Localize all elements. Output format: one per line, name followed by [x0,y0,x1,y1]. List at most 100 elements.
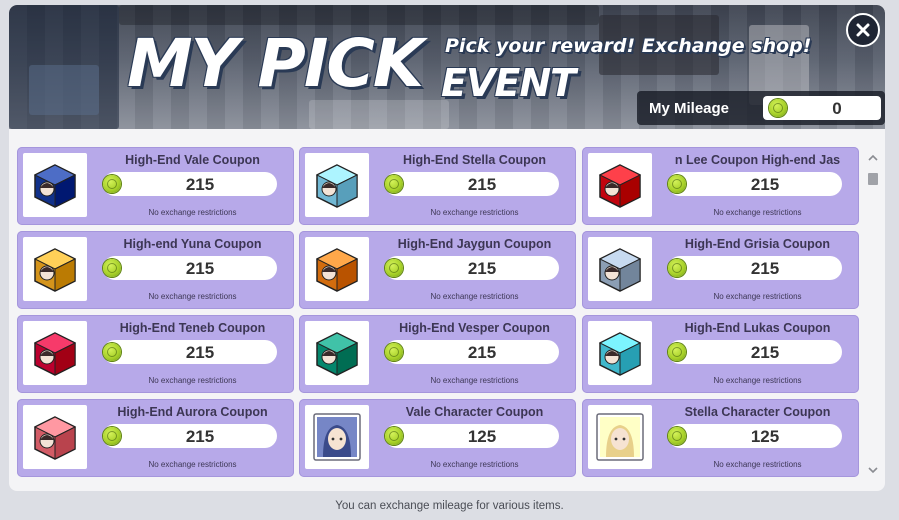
coupon-icon-frame [588,237,652,301]
coupon-price-box: 215 [385,340,559,364]
coupon-icon-frame [588,321,652,385]
coupon-price: 215 [750,343,780,362]
mileage-coin-icon [103,259,121,277]
coupon-name: Stella Character Coupon [684,405,831,419]
coupon-icon-frame [23,153,87,217]
mileage-coin-icon [103,427,121,445]
coupon-card[interactable]: High-End Aurora Coupon 215 No exchange r… [17,399,294,477]
coupon-price-box: 215 [385,256,559,280]
coupon-name: High-End Teneb Coupon [119,321,266,335]
coupon-name: High-end Yuna Coupon [123,237,262,251]
coupon-price: 215 [467,343,497,362]
scroll-down-button[interactable] [866,464,880,476]
coupon-price: 215 [185,343,215,362]
coupon-card[interactable]: High-End Jaygun Coupon 215 No exchange r… [299,231,576,309]
coupon-card[interactable]: High-End Stella Coupon 215 No exchange r… [299,147,576,225]
coupon-price: 215 [185,427,215,446]
mileage-coin-icon [103,175,121,193]
coupon-cube-icon [598,164,642,208]
mileage-coin-icon [668,175,686,193]
banner-title: MY PICK [127,25,424,102]
scroll-up-button[interactable] [866,151,880,163]
coupon-cube-icon [33,416,77,460]
coupon-price: 215 [750,175,780,194]
banner-subtitle: Pick your reward! Exchange shop! [445,35,812,57]
coupon-cube-icon [33,164,77,208]
coupon-price-box: 215 [103,172,277,196]
coupon-price-box: 215 [668,340,842,364]
coupon-name: n Lee Coupon High-end Jas [674,153,841,167]
banner-event-label: EVENT [441,61,576,105]
coupon-card[interactable]: High-End Vesper Coupon 215 No exchange r… [299,315,576,393]
coupon-price: 215 [467,259,497,278]
exchange-restriction-note: No exchange restrictions [148,460,237,469]
scroll-thumb[interactable] [868,173,878,185]
mileage-label: My Mileage [649,100,730,117]
coupon-price: 125 [750,427,780,446]
event-banner: MY PICK Pick your reward! Exchange shop!… [9,5,885,129]
coupon-name: High-End Grisia Coupon [684,237,831,251]
coupon-name: High-End Aurora Coupon [117,405,268,419]
mileage-coin-icon [385,343,403,361]
coupon-name: Vale Character Coupon [405,405,544,419]
mileage-coin-icon [668,343,686,361]
coupon-price-box: 215 [103,340,277,364]
coupon-price: 215 [185,175,215,194]
coupon-price-box: 125 [668,424,842,448]
exchange-restriction-note: No exchange restrictions [148,376,237,385]
mileage-coin-icon [385,259,403,277]
coupon-cube-icon [33,332,77,376]
footer-hint: You can exchange mileage for various ite… [335,500,564,512]
close-button[interactable] [846,13,880,47]
coupon-scrollbar[interactable] [866,151,880,476]
coupon-card[interactable]: Stella Character Coupon 125 No exchange … [582,399,859,477]
mileage-coin-icon [668,259,686,277]
coupon-price-box: 215 [385,172,559,196]
coupon-cube-icon [598,332,642,376]
coupon-card[interactable]: Vale Character Coupon 125 No exchange re… [299,399,576,477]
coupon-price-box: 215 [103,424,277,448]
coupon-icon-frame [305,321,369,385]
coupon-card[interactable]: High-End Vale Coupon 215 No exchange res… [17,147,294,225]
mileage-coin-icon [769,99,787,117]
coupon-grid: High-End Vale Coupon 215 No exchange res… [17,143,859,477]
coupon-price: 215 [185,259,215,278]
close-icon [856,23,870,37]
coupon-icon-frame [305,237,369,301]
mileage-coin-icon [668,427,686,445]
coupon-cube-icon [33,248,77,292]
coupon-card[interactable]: High-end Yuna Coupon 215 No exchange res… [17,231,294,309]
exchange-restriction-note: No exchange restrictions [430,460,519,469]
exchange-restriction-note: No exchange restrictions [148,292,237,301]
coupon-name: High-End Vesper Coupon [399,321,550,335]
coupon-cube-icon [315,164,359,208]
mileage-value: 0 [832,99,842,118]
coupon-icon-frame [588,405,652,469]
my-mileage-panel: My Mileage 0 [637,91,885,125]
coupon-icon-frame [23,237,87,301]
mileage-coin-icon [385,175,403,193]
mileage-coin-icon [103,343,121,361]
coupon-name: High-End Vale Coupon [125,153,260,167]
coupon-price: 125 [467,427,497,446]
coupon-name: High-End Lukas Coupon [684,321,831,335]
mileage-coin-icon [385,427,403,445]
coupon-card[interactable]: High-End Lukas Coupon 215 No exchange re… [582,315,859,393]
coupon-card[interactable]: n Lee Coupon High-end Jas 215 No exchang… [582,147,859,225]
coupon-cube-icon [315,332,359,376]
coupon-icon-frame [588,153,652,217]
exchange-restriction-note: No exchange restrictions [713,208,802,217]
coupon-icon-frame [305,405,369,469]
exchange-restriction-note: No exchange restrictions [713,292,802,301]
chevron-down-icon [868,466,878,473]
exchange-restriction-note: No exchange restrictions [148,208,237,217]
exchange-restriction-note: No exchange restrictions [713,376,802,385]
coupon-price-box: 215 [103,256,277,280]
coupon-card[interactable]: High-End Teneb Coupon 215 No exchange re… [17,315,294,393]
coupon-card[interactable]: High-End Grisia Coupon 215 No exchange r… [582,231,859,309]
coupon-cube-icon [315,248,359,292]
chevron-up-icon [868,154,878,161]
coupon-name: High-End Jaygun Coupon [397,237,552,251]
character-portrait-icon [596,413,644,461]
exchange-restriction-note: No exchange restrictions [430,376,519,385]
